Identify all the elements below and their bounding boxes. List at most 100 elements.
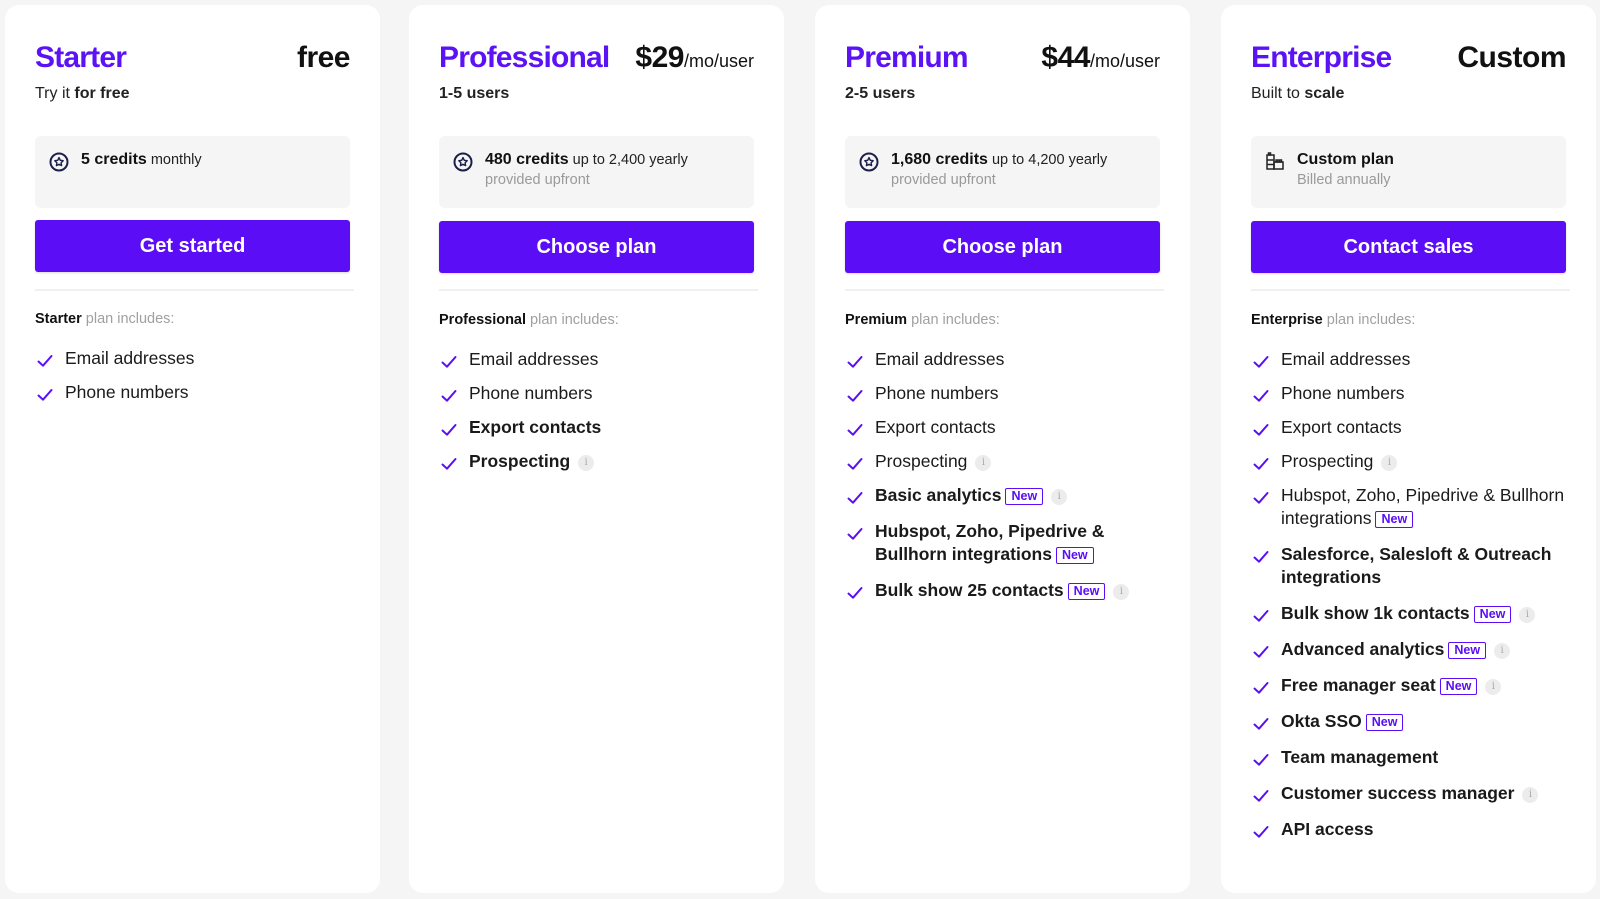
credits-box: Custom plan Billed annually bbox=[1251, 136, 1566, 208]
check-icon bbox=[441, 352, 457, 368]
professional-cta-button[interactable]: Choose plan bbox=[439, 221, 754, 273]
credits-note: provided upfront bbox=[891, 172, 996, 188]
feature-text: Phone numbers bbox=[875, 383, 999, 403]
feature-text: Customer success manager bbox=[1281, 783, 1515, 803]
plan-subtitle: Built to scale bbox=[1251, 85, 1344, 103]
check-icon bbox=[1253, 714, 1269, 730]
check-icon bbox=[441, 454, 457, 470]
includes-label: plan includes: bbox=[907, 312, 1000, 328]
feature-text: Free manager seat bbox=[1281, 675, 1436, 695]
star-coin-icon bbox=[453, 152, 473, 172]
plan-card-body: Premium $44/mo/user 2-5 users 1,680 credits… bbox=[845, 5, 1164, 600]
check-icon bbox=[847, 583, 863, 599]
info-icon[interactable]: i bbox=[1113, 584, 1130, 600]
info-icon[interactable]: i bbox=[975, 455, 992, 471]
credits-amount: 480 credits up to 2,400 yearly bbox=[485, 151, 740, 169]
plan-name: Professional bbox=[439, 41, 610, 74]
plan-card-body: Professional $29/mo/user 1-5 users 480 cred… bbox=[439, 5, 758, 471]
feature-text: Hubspot, Zoho, Pipedrive & Bullhorn inte… bbox=[1281, 485, 1565, 528]
credits-count: Custom plan bbox=[1297, 151, 1394, 168]
new-badge: New bbox=[1055, 547, 1094, 564]
plan-card-premium: Premium $44/mo/user 2-5 users 1,680 credits… bbox=[815, 5, 1190, 893]
check-icon bbox=[847, 454, 863, 470]
feature-list: Email addresses Phone numbers Export conta… bbox=[439, 348, 754, 484]
feature-item: Basic analytics New i bbox=[845, 484, 1160, 507]
credits-box: 480 credits up to 2,400 yearly provided u… bbox=[439, 136, 754, 208]
subtitle-highlight: scale bbox=[1304, 85, 1345, 102]
price-amount: $29 bbox=[635, 41, 684, 74]
credits-box: 1,680 credits up to 4,200 yearly provided… bbox=[845, 136, 1160, 208]
enterprise-cta-button[interactable]: Contact sales bbox=[1251, 221, 1566, 273]
feature-text: Export contacts bbox=[469, 417, 602, 437]
feature-item: Salesforce, Salesloft & Outreach integra… bbox=[1251, 543, 1566, 589]
feature-text: Okta SSO bbox=[1281, 711, 1362, 731]
new-badge: New bbox=[1473, 606, 1512, 623]
check-icon bbox=[1253, 488, 1269, 504]
feature-text: Team management bbox=[1281, 747, 1439, 767]
plan-card-starter: Starter free Try it for free 5 credits mont… bbox=[5, 5, 380, 893]
check-icon bbox=[441, 420, 457, 436]
feature-list: Email addresses Phone numbers Export conta… bbox=[845, 348, 1160, 615]
star-coin-icon bbox=[49, 152, 69, 172]
feature-item: Export contacts bbox=[845, 416, 1160, 439]
check-icon bbox=[37, 385, 53, 401]
feature-text: Phone numbers bbox=[469, 383, 593, 403]
info-icon[interactable]: i bbox=[1522, 787, 1539, 803]
check-icon bbox=[847, 386, 863, 402]
feature-text: Bulk show 1k contacts bbox=[1281, 603, 1470, 623]
feature-text: Basic analytics bbox=[875, 485, 1002, 505]
plan-header: Starter free Try it for free bbox=[35, 5, 351, 115]
check-icon bbox=[1253, 420, 1269, 436]
includes-plan-name: Enterprise bbox=[1251, 312, 1323, 328]
new-badge: New bbox=[1375, 511, 1414, 528]
plan-price: $29/mo/user bbox=[635, 41, 754, 75]
plan-header: Enterprise Custom Built to scale bbox=[1251, 5, 1566, 115]
includes-label: plan includes: bbox=[1322, 312, 1416, 328]
divider bbox=[439, 289, 758, 291]
divider bbox=[845, 289, 1164, 291]
info-icon[interactable]: i bbox=[1381, 455, 1398, 471]
feature-text: Phone numbers bbox=[1281, 383, 1405, 403]
plan-subtitle: Try it for free bbox=[35, 85, 130, 103]
subtitle-highlight: 1-5 users bbox=[439, 85, 510, 102]
plan-card-enterprise: Enterprise Custom Built to scale Custom pla… bbox=[1221, 5, 1596, 893]
info-icon[interactable]: i bbox=[578, 455, 595, 471]
feature-item: Advanced analytics New i bbox=[1251, 638, 1566, 661]
starter-cta-button[interactable]: Get started bbox=[35, 220, 350, 272]
plan-header: Premium $44/mo/user 2-5 users bbox=[845, 5, 1160, 115]
feature-item: Prospecting i bbox=[439, 450, 754, 473]
new-badge: New bbox=[1448, 642, 1487, 659]
price-amount: $44 bbox=[1041, 41, 1090, 74]
feature-item: Free manager seat New i bbox=[1251, 674, 1566, 697]
feature-list: Email addresses Phone numbers Export conta… bbox=[1251, 348, 1566, 854]
feature-item: Email addresses bbox=[439, 348, 754, 371]
plan-includes-heading: Starter plan includes: bbox=[35, 311, 174, 327]
check-icon bbox=[1253, 822, 1269, 838]
credits-note: Billed annually bbox=[1297, 172, 1391, 188]
info-icon[interactable]: i bbox=[1051, 489, 1068, 505]
check-icon bbox=[1253, 547, 1269, 563]
new-badge: New bbox=[1365, 714, 1404, 731]
info-icon[interactable]: i bbox=[1494, 643, 1511, 659]
premium-cta-button[interactable]: Choose plan bbox=[845, 221, 1160, 273]
plan-card-body: Enterprise Custom Built to scale Custom pla… bbox=[1251, 5, 1570, 839]
feature-text: Prospecting bbox=[469, 451, 571, 471]
credits-amount: 1,680 credits up to 4,200 yearly bbox=[891, 151, 1146, 169]
plan-subtitle: 2-5 users bbox=[845, 85, 915, 103]
info-icon[interactable]: i bbox=[1485, 679, 1502, 695]
feature-list: Email addresses Phone numbers bbox=[35, 347, 350, 415]
plan-card-body: Starter free Try it for free 5 credits mont… bbox=[35, 5, 354, 402]
feature-text: Prospecting bbox=[875, 451, 968, 471]
check-icon bbox=[1253, 642, 1269, 658]
includes-label: plan includes: bbox=[81, 311, 175, 327]
feature-text: Salesforce, Salesloft & Outreach integra… bbox=[1281, 544, 1552, 587]
feature-item: Email addresses bbox=[845, 348, 1160, 371]
info-icon[interactable]: i bbox=[1519, 607, 1536, 623]
credits-amount: 5 credits monthly bbox=[81, 151, 336, 169]
plan-includes-heading: Professional plan includes: bbox=[439, 312, 619, 328]
credits-box: 5 credits monthly bbox=[35, 136, 350, 208]
credits-detail: up to 2,400 yearly bbox=[568, 152, 688, 168]
price-unit: /mo/user bbox=[1089, 51, 1160, 71]
plan-includes-heading: Enterprise plan includes: bbox=[1251, 312, 1415, 328]
check-icon bbox=[1253, 352, 1269, 368]
